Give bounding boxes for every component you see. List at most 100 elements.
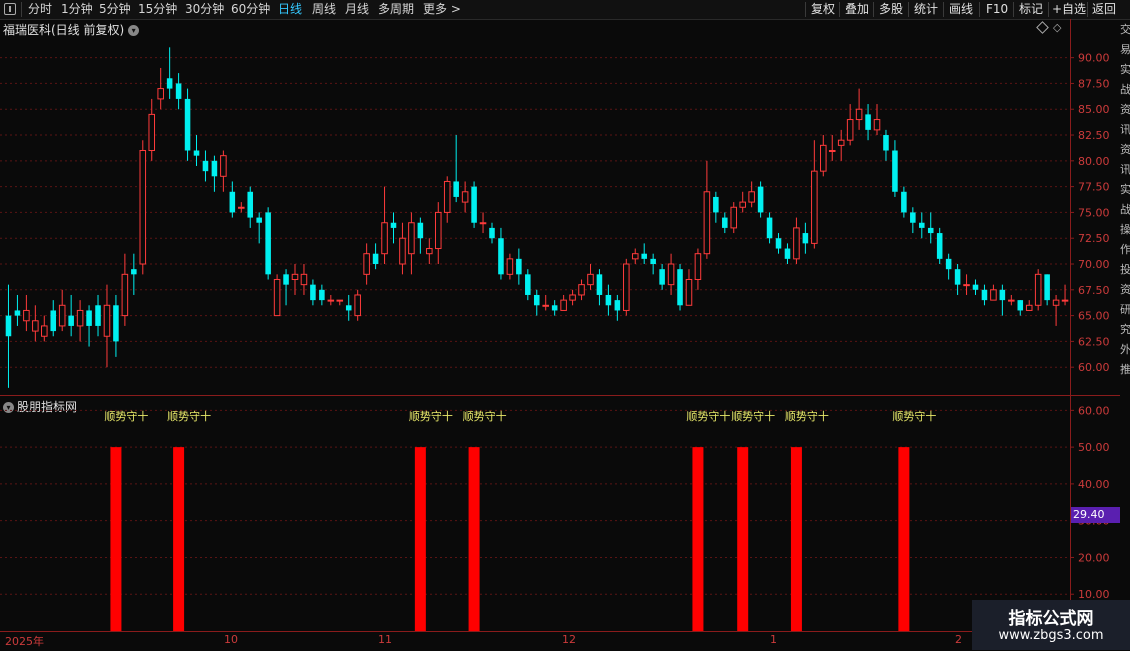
candle-body bbox=[560, 299, 567, 311]
diamond-icon[interactable] bbox=[1036, 21, 1049, 34]
period-tab-5min[interactable]: 5分钟 bbox=[99, 1, 131, 18]
candle-body bbox=[103, 304, 111, 337]
chevron-down-icon[interactable]: ▾ bbox=[128, 25, 140, 36]
candle-body bbox=[578, 284, 585, 296]
signal-bar bbox=[790, 447, 802, 631]
back-button[interactable]: 返回 bbox=[1092, 1, 1116, 18]
candle-body bbox=[516, 258, 522, 275]
stats-button[interactable]: 统计 bbox=[914, 1, 938, 18]
indicator-chart[interactable]: 顺势守十顺势守十顺势守十顺势守十顺势守十顺势守十顺势守十顺势守十顺势守十 bbox=[0, 398, 1070, 631]
candle-body bbox=[892, 150, 898, 192]
stock-title: 福瑞医科(日线 前复权) bbox=[3, 23, 125, 37]
side-strip-char: 资 bbox=[1120, 103, 1130, 116]
candle-body bbox=[461, 191, 469, 203]
candle-body bbox=[990, 289, 997, 301]
candle-body bbox=[1025, 304, 1033, 311]
candle-body bbox=[713, 196, 719, 213]
toolbar-divider bbox=[21, 2, 22, 17]
candle-body bbox=[865, 114, 871, 130]
candle-body bbox=[426, 248, 433, 255]
overlay-button[interactable]: 叠加 bbox=[845, 1, 869, 18]
candle-body bbox=[587, 273, 594, 286]
candle-body bbox=[533, 294, 540, 306]
adjust-button[interactable]: 复权 bbox=[811, 1, 835, 18]
candle-body bbox=[121, 273, 129, 317]
candle-body bbox=[811, 170, 818, 244]
date-label: 2025年 bbox=[5, 635, 44, 648]
current-value-badge: 29.40 bbox=[1071, 507, 1120, 523]
candle-body bbox=[677, 269, 683, 306]
candle-body bbox=[883, 135, 889, 151]
candle-body bbox=[855, 108, 863, 121]
signal-bar bbox=[468, 447, 480, 631]
period-tab-15min[interactable]: 15分钟 bbox=[138, 1, 177, 18]
candle-body bbox=[623, 263, 630, 311]
candle-body bbox=[820, 144, 827, 172]
candle-body bbox=[722, 217, 728, 228]
candle-body bbox=[650, 258, 656, 265]
candlestick-chart[interactable] bbox=[0, 37, 1070, 393]
signal-label: 顺势守十 bbox=[731, 409, 775, 423]
candle-body bbox=[327, 299, 335, 302]
y-tick-label: 60.00 bbox=[1078, 404, 1110, 417]
mark-button[interactable]: 标记 bbox=[1019, 1, 1043, 18]
y-tick-label: 80.00 bbox=[1078, 155, 1110, 168]
toolbar-divider bbox=[1087, 2, 1088, 17]
candle-body bbox=[828, 150, 836, 153]
toolbar-divider bbox=[1013, 2, 1014, 17]
signal-label: 顺势守十 bbox=[463, 409, 507, 423]
candle-body bbox=[23, 309, 30, 322]
date-axis: 2025年 10 11 12 1 2 bbox=[0, 631, 1070, 651]
side-strip-char: 资 bbox=[1120, 143, 1130, 156]
period-tab-multi[interactable]: 多周期 bbox=[378, 1, 414, 18]
period-tab-30min[interactable]: 30分钟 bbox=[185, 1, 224, 18]
candle-body bbox=[489, 227, 495, 239]
candle-body bbox=[148, 113, 156, 152]
toolbar-divider bbox=[943, 2, 944, 17]
candle-body bbox=[927, 227, 934, 234]
candle-body bbox=[954, 269, 961, 285]
candle-body bbox=[363, 253, 370, 275]
signal-bar bbox=[173, 447, 185, 631]
candle-body bbox=[614, 300, 621, 311]
period-tab-分时[interactable]: 分时 bbox=[28, 1, 52, 18]
candle-body bbox=[131, 269, 137, 275]
period-tab-monthly[interactable]: 月线 bbox=[345, 1, 369, 18]
period-toolbar: 分时 1分钟 5分钟 15分钟 30分钟 60分钟 日线 周线 月线 多周期 更… bbox=[0, 0, 1130, 20]
period-tab-60min[interactable]: 60分钟 bbox=[231, 1, 270, 18]
period-tab-1min[interactable]: 1分钟 bbox=[61, 1, 93, 18]
candle-body bbox=[58, 304, 66, 327]
period-tab-more[interactable]: 更多 > bbox=[423, 1, 461, 18]
panel-divider bbox=[0, 395, 1120, 396]
candle-body bbox=[1034, 273, 1042, 306]
side-strip-char: 交 bbox=[1120, 23, 1130, 36]
candle-body bbox=[14, 310, 21, 316]
f10-button[interactable]: F10 bbox=[986, 1, 1008, 18]
candle-body bbox=[76, 309, 84, 327]
panel-settings-icon[interactable]: ◇ bbox=[1053, 21, 1061, 34]
candle-body bbox=[175, 83, 182, 99]
draw-button[interactable]: 画线 bbox=[949, 1, 973, 18]
candle-body bbox=[703, 191, 711, 255]
candle-body bbox=[766, 217, 773, 239]
add-watchlist-button[interactable]: +自选 bbox=[1052, 1, 1086, 18]
y-tick-label: 20.00 bbox=[1078, 551, 1110, 564]
toolbar-divider bbox=[1048, 2, 1049, 17]
candle-body bbox=[86, 310, 92, 326]
candle-body bbox=[631, 253, 639, 260]
menu-icon[interactable] bbox=[4, 3, 16, 15]
candle-body bbox=[32, 320, 39, 332]
candle-body bbox=[498, 238, 504, 275]
side-strip-char: 易 bbox=[1120, 43, 1130, 56]
side-strip-char: 战 bbox=[1120, 83, 1130, 96]
multi-stock-button[interactable]: 多股 bbox=[879, 1, 903, 18]
period-tab-weekly[interactable]: 周线 bbox=[312, 1, 336, 18]
y-tick-label: 67.50 bbox=[1078, 284, 1110, 297]
y-tick-label: 50.00 bbox=[1078, 441, 1110, 454]
candle-body bbox=[659, 269, 665, 285]
candle-body bbox=[345, 305, 352, 311]
candle-body bbox=[202, 160, 209, 172]
period-tab-daily[interactable]: 日线 bbox=[278, 1, 302, 18]
candle-body bbox=[238, 206, 245, 209]
candle-body bbox=[193, 150, 200, 156]
